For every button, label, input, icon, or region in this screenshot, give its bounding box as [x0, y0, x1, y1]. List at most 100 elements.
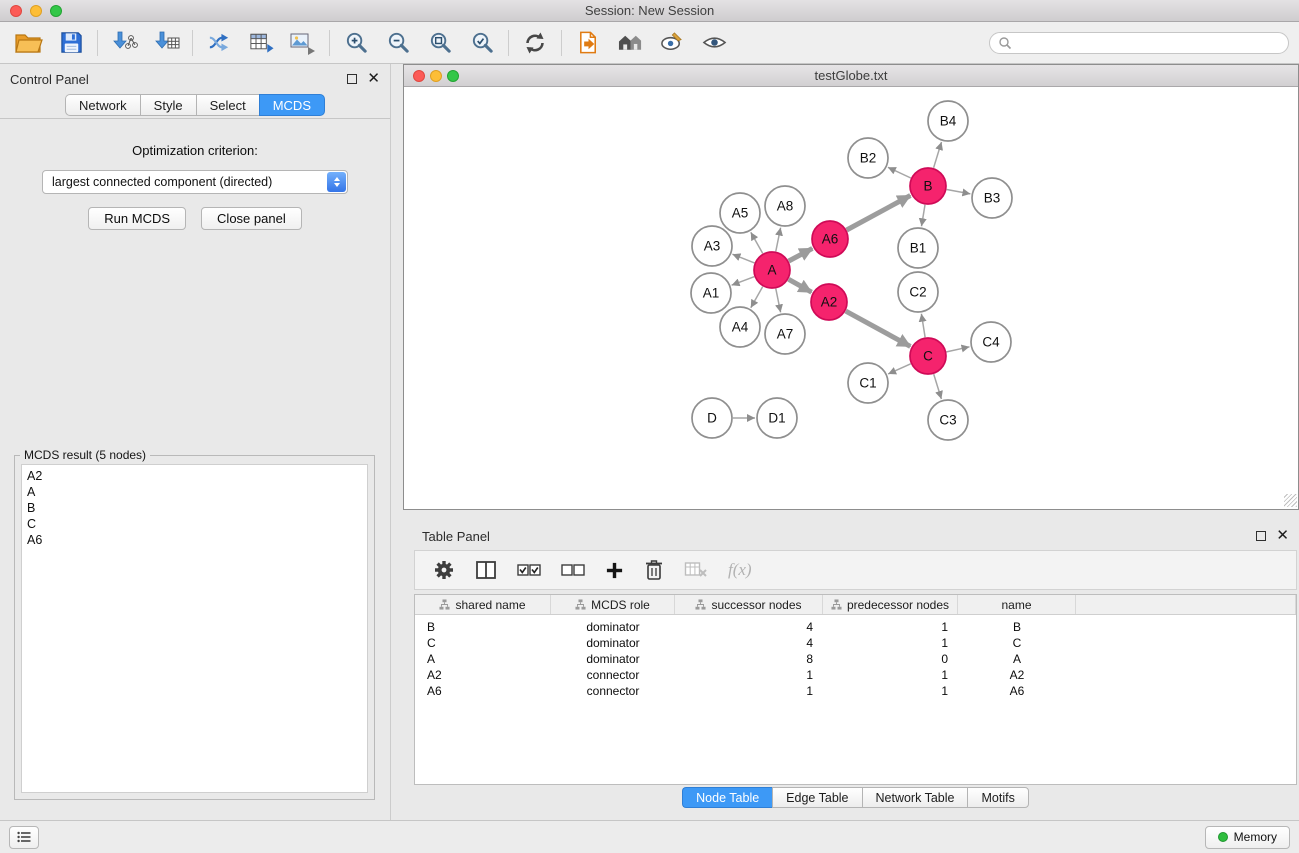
show-columns-button[interactable] [475, 559, 497, 581]
graph-edge-A-A7[interactable] [776, 289, 781, 313]
graph-node-B2[interactable]: B2 [848, 138, 888, 178]
table-cell[interactable]: 4 [675, 636, 823, 650]
zoom-selected-button[interactable] [461, 25, 503, 61]
mcds-result-item[interactable]: A [27, 484, 362, 500]
table-cell[interactable]: 1 [675, 684, 823, 698]
table-cell[interactable]: dominator [551, 620, 675, 634]
graph-node-B3[interactable]: B3 [972, 178, 1012, 218]
table-cell[interactable]: A [415, 652, 551, 666]
network-zoom-button[interactable] [447, 70, 459, 82]
graph-edge-B-B2[interactable] [888, 167, 911, 178]
network-canvas[interactable]: B4B2BB3A8A5A6A3B1AC2A1A2A4A7C4CC1C3DD1 [404, 87, 1298, 508]
mcds-result-item[interactable]: A2 [27, 468, 362, 484]
zoom-in-button[interactable] [335, 25, 377, 61]
graph-edge-B-B3[interactable] [947, 190, 971, 194]
graph-edge-A6-B[interactable] [847, 196, 911, 231]
table-row[interactable]: Bdominator41B [415, 619, 1296, 635]
graph-edge-C-C4[interactable] [947, 347, 970, 352]
graph-edge-A-A1[interactable] [732, 277, 755, 286]
zoom-window-button[interactable] [50, 5, 62, 17]
export-file-button[interactable] [567, 25, 609, 61]
table-cell[interactable]: A6 [958, 684, 1076, 698]
annotation-button[interactable] [651, 25, 693, 61]
run-mcds-button[interactable]: Run MCDS [88, 207, 186, 230]
close-panel-icon[interactable]: ✕ [367, 74, 380, 84]
tab-node-table[interactable]: Node Table [682, 787, 772, 808]
graph-node-A5[interactable]: A5 [720, 193, 760, 233]
search-input[interactable] [1017, 36, 1280, 50]
network-graph[interactable]: B4B2BB3A8A5A6A3B1AC2A1A2A4A7C4CC1C3DD1 [404, 87, 1298, 508]
graph-edge-B-B4[interactable] [934, 142, 942, 168]
graph-edge-A-A8[interactable] [776, 228, 781, 252]
graph-edge-C-C2[interactable] [921, 314, 925, 338]
delete-table-button[interactable] [684, 560, 708, 580]
graph-edge-A-A2[interactable] [789, 279, 812, 292]
graph-edge-C-C3[interactable] [934, 374, 942, 399]
apply-layout-button[interactable] [514, 25, 556, 61]
mcds-result-list[interactable]: A2ABCA6 [21, 464, 368, 793]
graph-node-D1[interactable]: D1 [757, 398, 797, 438]
table-cell[interactable]: dominator [551, 636, 675, 650]
tab-edge-table[interactable]: Edge Table [772, 787, 861, 808]
tab-network-table[interactable]: Network Table [862, 787, 968, 808]
home-button[interactable] [609, 25, 651, 61]
graph-node-C2[interactable]: C2 [898, 272, 938, 312]
unselect-all-button[interactable] [561, 561, 585, 579]
table-cell[interactable]: 1 [675, 668, 823, 682]
graph-edge-A-A6[interactable] [789, 248, 813, 261]
table-cell[interactable]: C [958, 636, 1076, 650]
graph-node-C[interactable]: C [910, 338, 946, 374]
table-cell[interactable]: connector [551, 684, 675, 698]
new-network-button[interactable] [198, 25, 240, 61]
table-cell[interactable]: A6 [415, 684, 551, 698]
graph-node-C1[interactable]: C1 [848, 363, 888, 403]
graph-edge-A2-C[interactable] [846, 311, 911, 346]
table-cell[interactable]: 1 [823, 668, 958, 682]
table-cell[interactable]: B [958, 620, 1076, 634]
graph-node-A4[interactable]: A4 [720, 307, 760, 347]
close-panel-button[interactable]: Close panel [201, 207, 302, 230]
graph-edge-A-A4[interactable] [751, 287, 763, 308]
mcds-result-item[interactable]: B [27, 500, 362, 516]
export-image-button[interactable] [282, 25, 324, 61]
close-panel-icon[interactable]: ✕ [1276, 531, 1289, 541]
table-cell[interactable]: 1 [823, 684, 958, 698]
table-row[interactable]: Cdominator41C [415, 635, 1296, 651]
table-row[interactable]: Adominator80A [415, 651, 1296, 667]
graph-node-D[interactable]: D [692, 398, 732, 438]
table-cell[interactable]: 1 [823, 620, 958, 634]
table-cell[interactable]: 8 [675, 652, 823, 666]
graph-node-B4[interactable]: B4 [928, 101, 968, 141]
graph-node-A6[interactable]: A6 [812, 221, 848, 257]
minimize-window-button[interactable] [30, 5, 42, 17]
column-header-mcds-role[interactable]: MCDS role [551, 595, 675, 614]
mcds-result-item[interactable]: A6 [27, 532, 362, 548]
table-row[interactable]: A6connector11A6 [415, 683, 1296, 699]
graph-edge-B-B1[interactable] [922, 205, 926, 227]
tab-style[interactable]: Style [140, 94, 196, 116]
show-details-button[interactable] [693, 25, 735, 61]
delete-column-button[interactable] [644, 559, 664, 581]
table-cell[interactable]: A [958, 652, 1076, 666]
graph-node-B1[interactable]: B1 [898, 228, 938, 268]
graph-node-A[interactable]: A [754, 252, 790, 288]
memory-button[interactable]: Memory [1205, 826, 1290, 849]
column-header-name[interactable]: name [958, 595, 1076, 614]
tab-mcds[interactable]: MCDS [259, 94, 325, 116]
window-resize-handle[interactable] [1284, 494, 1297, 507]
graph-node-A1[interactable]: A1 [691, 273, 731, 313]
table-settings-button[interactable] [433, 559, 455, 581]
column-header-predecessor-nodes[interactable]: predecessor nodes [823, 595, 958, 614]
add-column-button[interactable] [605, 561, 624, 580]
graph-node-B[interactable]: B [910, 168, 946, 204]
float-panel-icon[interactable] [347, 74, 357, 84]
import-network-button[interactable] [103, 25, 145, 61]
graph-edge-A-A5[interactable] [751, 232, 763, 253]
zoom-fit-button[interactable] [419, 25, 461, 61]
graph-node-A3[interactable]: A3 [692, 226, 732, 266]
column-header-shared-name[interactable]: shared name [415, 595, 551, 614]
table-cell[interactable]: C [415, 636, 551, 650]
open-file-button[interactable] [8, 25, 50, 61]
graph-node-A2[interactable]: A2 [811, 284, 847, 320]
table-cell[interactable]: 4 [675, 620, 823, 634]
